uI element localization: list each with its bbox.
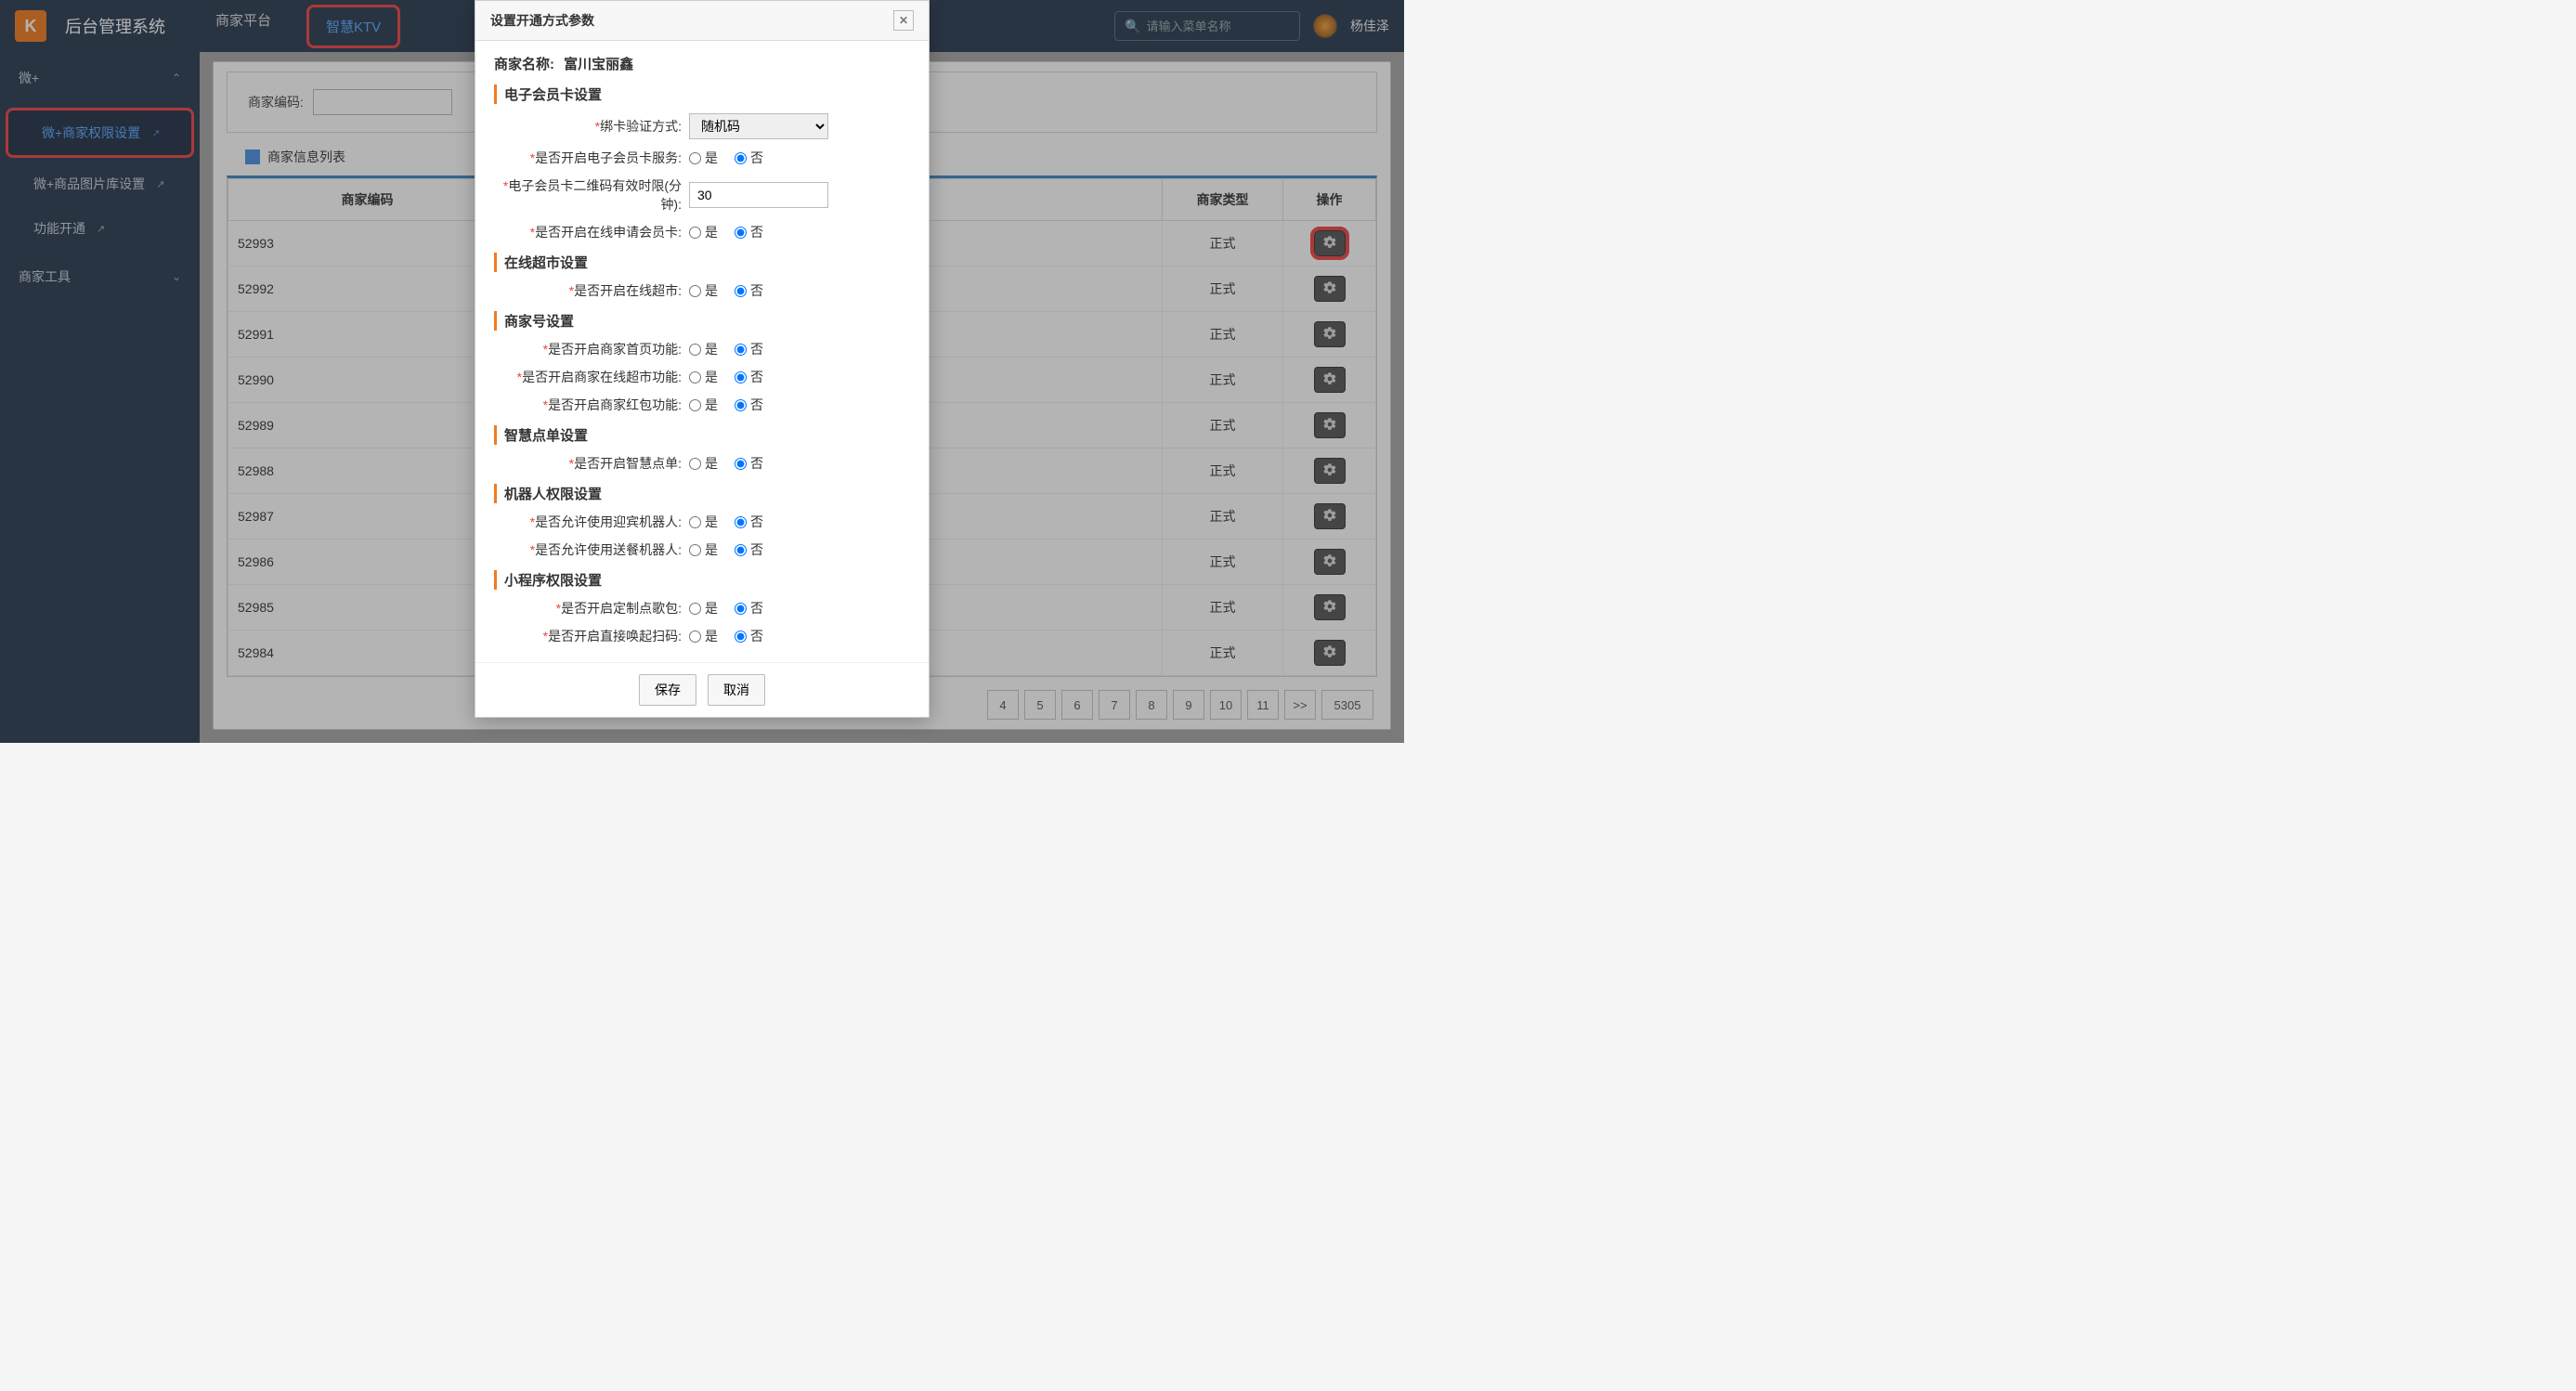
label-mini-scan: 是否开启直接唤起扫码:	[548, 629, 682, 644]
radio-yes[interactable]: 是	[689, 396, 718, 414]
radio-no[interactable]: 否	[735, 454, 763, 473]
label-online-apply: 是否开启在线申请会员卡:	[535, 225, 682, 240]
save-button[interactable]: 保存	[639, 674, 696, 706]
settings-modal: 设置开通方式参数 ✕ 商家名称: 富川宝丽鑫 电子会员卡设置 *绑卡验证方式: …	[475, 0, 930, 718]
radio-no[interactable]: 否	[735, 540, 763, 559]
section-market: 在线超市设置	[494, 253, 910, 272]
label-biz-home: 是否开启商家首页功能:	[548, 342, 682, 357]
modal-merchant-name: 商家名称: 富川宝丽鑫	[494, 54, 910, 73]
radio-yes[interactable]: 是	[689, 513, 718, 531]
merchant-name-value: 富川宝丽鑫	[564, 57, 633, 72]
modal-close-button[interactable]: ✕	[893, 10, 914, 31]
radio-no[interactable]: 否	[735, 368, 763, 386]
radio-yes[interactable]: 是	[689, 149, 718, 167]
row-ecard-enable: *是否开启电子会员卡服务: 是 否	[494, 149, 910, 167]
radio-yes[interactable]: 是	[689, 627, 718, 645]
modal-title: 设置开通方式参数	[490, 11, 594, 30]
label-biz-redpack: 是否开启商家红包功能:	[548, 397, 682, 412]
label-ecard-enable: 是否开启电子会员卡服务:	[535, 150, 682, 165]
input-qr-time[interactable]	[689, 182, 828, 208]
radio-no[interactable]: 否	[735, 396, 763, 414]
close-icon: ✕	[899, 14, 908, 27]
label-qr-time: 电子会员卡二维码有效时限(分钟):	[508, 178, 682, 212]
section-order: 智慧点单设置	[494, 425, 910, 445]
label-verify: 绑卡验证方式:	[600, 119, 682, 134]
radio-yes[interactable]: 是	[689, 599, 718, 618]
radio-yes[interactable]: 是	[689, 340, 718, 358]
radio-yes[interactable]: 是	[689, 540, 718, 559]
section-ecard: 电子会员卡设置	[494, 84, 910, 104]
modal-header: 设置开通方式参数 ✕	[475, 1, 929, 41]
radio-no[interactable]: 否	[735, 513, 763, 531]
label-robot-greet: 是否允许使用迎宾机器人:	[535, 514, 682, 529]
modal-body: 商家名称: 富川宝丽鑫 电子会员卡设置 *绑卡验证方式: 随机码 *是否开启电子…	[475, 41, 929, 662]
label-robot-deliver: 是否允许使用送餐机器人:	[535, 542, 682, 557]
label-biz-market: 是否开启商家在线超市功能:	[522, 370, 682, 384]
cancel-button[interactable]: 取消	[708, 674, 765, 706]
radio-no[interactable]: 否	[735, 599, 763, 618]
label-online-market: 是否开启在线超市:	[574, 283, 682, 298]
label-smart-order: 是否开启智慧点单:	[574, 456, 682, 471]
radio-yes[interactable]: 是	[689, 454, 718, 473]
modal-footer: 保存 取消	[475, 662, 929, 717]
radio-no[interactable]: 否	[735, 281, 763, 300]
radio-no[interactable]: 否	[735, 340, 763, 358]
merchant-name-label: 商家名称:	[494, 57, 554, 72]
select-verify-method[interactable]: 随机码	[689, 113, 828, 139]
label-mini-custom: 是否开启定制点歌包:	[561, 601, 682, 616]
section-robot: 机器人权限设置	[494, 484, 910, 503]
radio-yes[interactable]: 是	[689, 281, 718, 300]
section-biz: 商家号设置	[494, 311, 910, 331]
radio-yes[interactable]: 是	[689, 368, 718, 386]
radio-no[interactable]: 否	[735, 627, 763, 645]
radio-no[interactable]: 否	[735, 223, 763, 241]
radio-yes[interactable]: 是	[689, 223, 718, 241]
radio-no[interactable]: 否	[735, 149, 763, 167]
section-mini: 小程序权限设置	[494, 570, 910, 590]
